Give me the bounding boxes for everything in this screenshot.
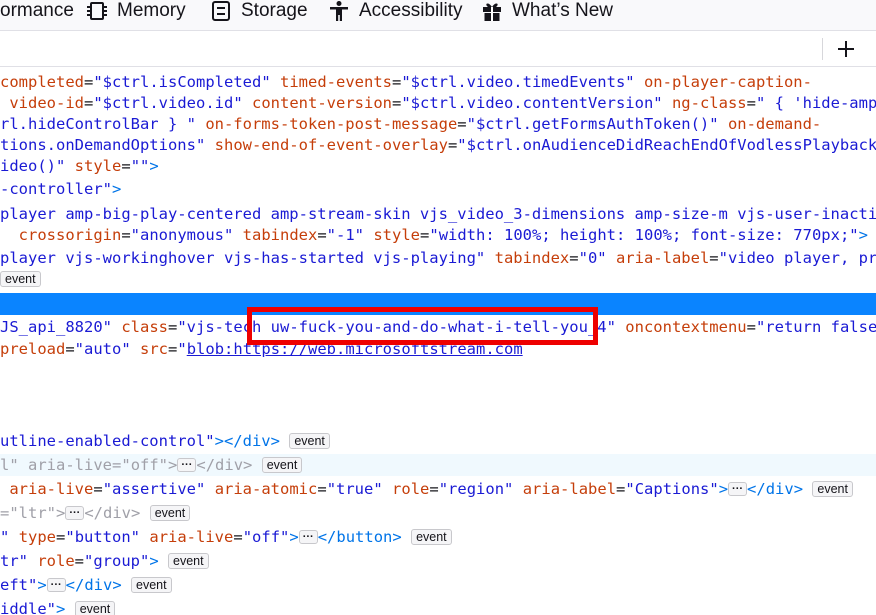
collapsed-content-icon[interactable]: ··· [728,482,748,496]
event-badge[interactable]: event [411,529,452,545]
tab-memory[interactable]: Memory [86,0,186,24]
collapsed-content-icon[interactable]: ··· [177,458,197,472]
markup-line[interactable]: aria-live="assertive" aria-atomic="true"… [0,479,853,501]
markup-toolbar [0,31,876,67]
markup-line[interactable]: JS_api_8820" class="vjs-tech uw-fuck-you… [0,317,876,339]
event-badge[interactable]: event [131,577,172,593]
tab-whats-new[interactable]: What’s New [481,0,613,24]
tab-accessibility-label: Accessibility [359,0,463,21]
event-badge[interactable]: event [74,601,116,615]
markup-line[interactable]: rl.hideControlBar } " on-forms-token-pos… [0,114,821,136]
markup-line[interactable]: -controller"> [0,179,121,201]
tab-accessibility[interactable]: Accessibility [328,0,462,24]
event-badge[interactable]: event [149,505,191,521]
tab-storage-label: Storage [241,0,308,21]
devtools-tabbar: ormance Memory Storage Accessibility Wha… [0,0,876,31]
gift-icon [481,0,503,22]
tab-performance[interactable]: ormance [0,0,74,24]
tab-memory-label: Memory [117,0,186,21]
storage-icon [210,0,232,22]
collapsed-content-icon[interactable]: ··· [65,506,85,520]
highlighted-class-name: uw-fuck-you-and-do-what-i-tell-you_4" [270,318,616,336]
markup-line[interactable]: " type="button" aria-live="off"> ··· </but… [0,527,452,549]
event-badge[interactable]: event [289,433,330,449]
tab-storage[interactable]: Storage [210,0,308,24]
markup-line[interactable]: tions.onDemandOptions" show-end-of-event… [0,135,876,157]
event-badge[interactable]: event [0,271,41,287]
markup-line[interactable]: event [0,269,41,291]
plus-icon [838,41,854,57]
markup-line[interactable]: completed="$ctrl.isCompleted" timed-even… [0,72,812,94]
blob-src-link[interactable]: blob:https://web.microsoftstream.com [187,340,523,358]
markup-line[interactable]: l" aria-live="off"> ··· </div> event [0,455,303,477]
collapsed-content-icon[interactable]: ··· [46,578,66,592]
add-node-button[interactable] [832,35,860,63]
markup-line[interactable]: crossorigin="anonymous" tabindex="-1" st… [0,225,876,247]
markup-line[interactable]: ="ltr"> ··· </div> event [0,503,191,525]
tab-performance-label: ormance [0,0,74,21]
selected-node-row[interactable] [0,293,876,315]
markup-line[interactable]: player amp-big-play-centered amp-stream-… [0,204,876,226]
event-badge[interactable]: event [261,457,303,473]
markup-line[interactable]: video-id="$ctrl.video.id" content-versio… [0,93,876,115]
markup-line[interactable]: iddle"> event [0,599,116,615]
markup-line[interactable]: tr" role="group"> event [0,551,209,573]
accessibility-icon [328,0,350,22]
collapsed-content-icon[interactable]: ··· [298,530,318,544]
markup-line[interactable]: preload="auto" src="blob:https://web.mic… [0,339,523,361]
markup-line[interactable]: player vjs-workinghover vjs-has-started … [0,248,876,270]
memory-icon [86,0,108,22]
markup-line[interactable]: ideo()" style=""> [0,156,159,178]
event-badge[interactable]: event [168,553,209,569]
event-badge[interactable]: event [812,481,853,497]
tab-whats-new-label: What’s New [512,0,614,21]
markup-line[interactable]: eft"> ··· </div> event [0,575,172,597]
markup-line[interactable]: utline-enabled-control"></div> event [0,431,330,453]
toolbar-separator [822,38,823,60]
markup-view: completed="$ctrl.isCompleted" timed-even… [0,67,876,615]
